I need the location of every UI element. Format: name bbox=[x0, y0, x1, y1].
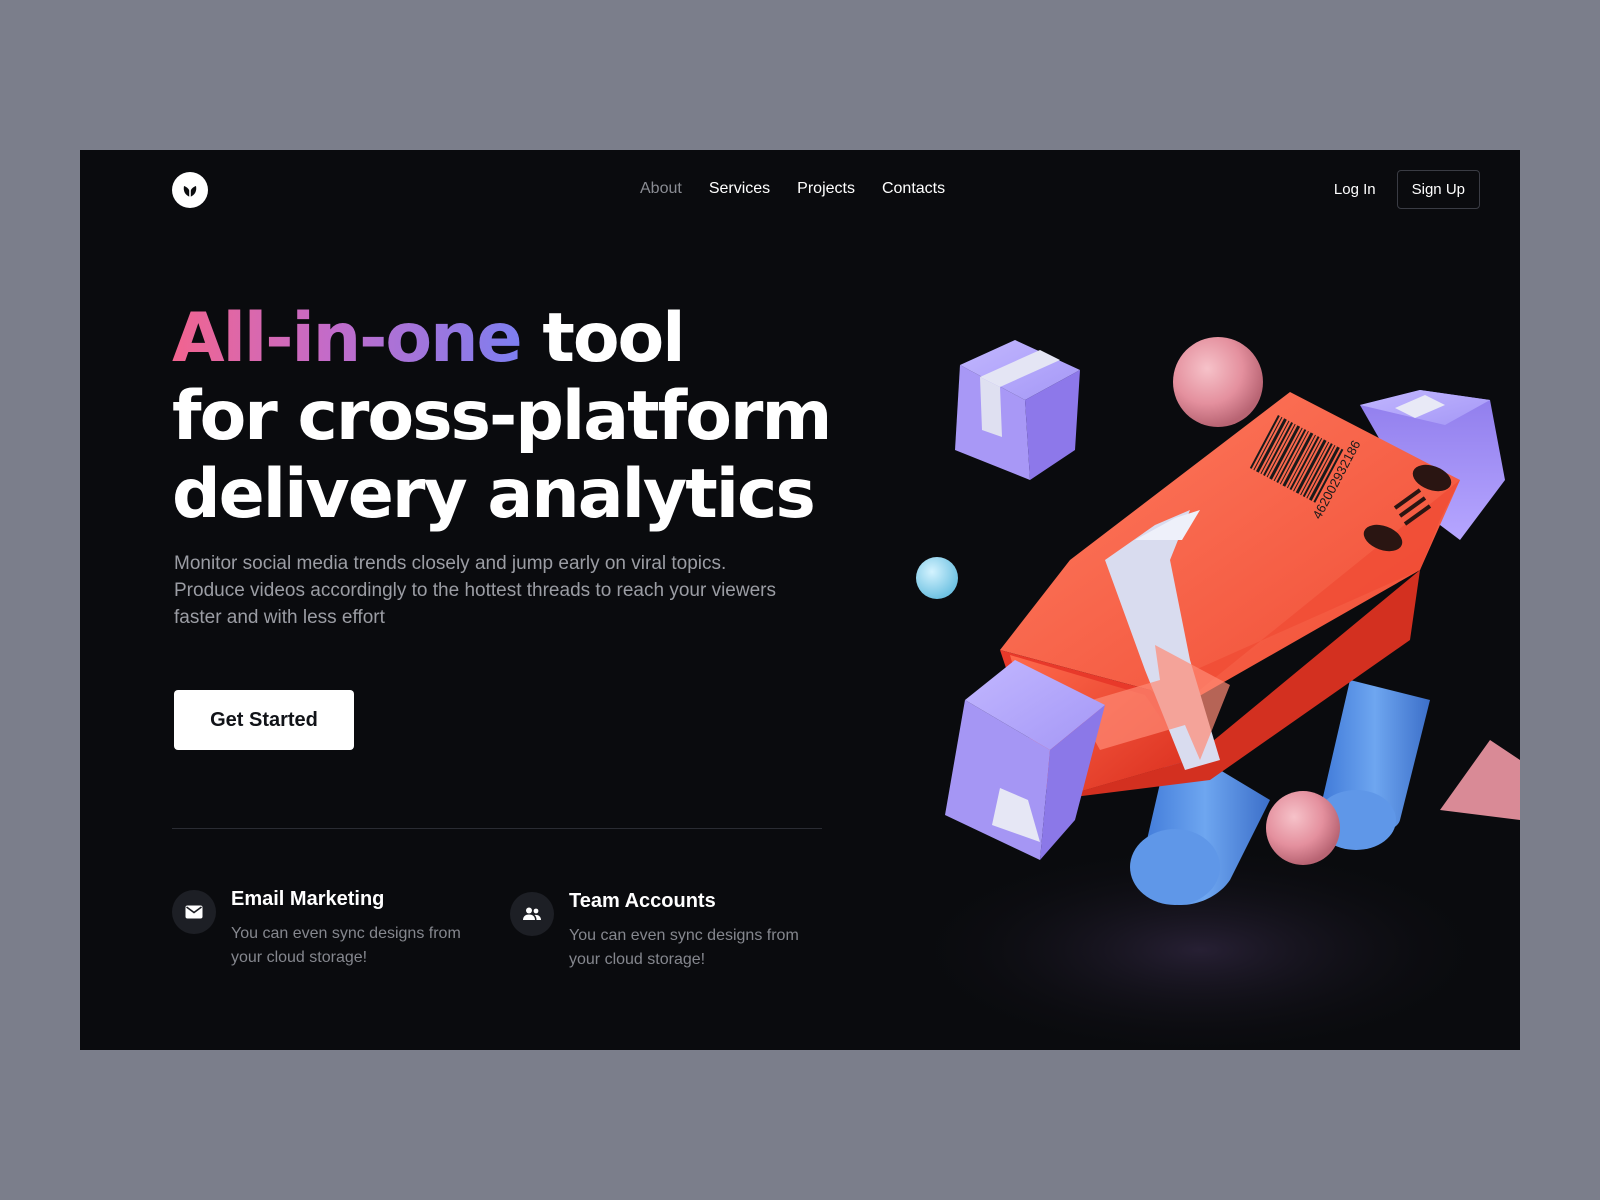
feature-description: You can even sync designs from your clou… bbox=[569, 927, 799, 968]
feature-title: Team Accounts bbox=[569, 890, 716, 912]
headline-line-3: delivery analytics bbox=[172, 455, 816, 534]
headline-line-2: for cross-platform bbox=[172, 377, 832, 456]
nav-item-projects[interactable]: Projects bbox=[797, 180, 855, 198]
purple-box-top bbox=[955, 340, 1080, 480]
feature-description: You can even sync designs from your clou… bbox=[231, 925, 461, 966]
pink-sphere-bottom bbox=[1266, 791, 1340, 865]
hero-subtitle: Monitor social media trends closely and … bbox=[174, 553, 776, 628]
headline-tool-text: tool bbox=[520, 299, 685, 378]
cyan-sphere bbox=[916, 557, 958, 599]
pink-sphere-top bbox=[1173, 337, 1263, 427]
headline-gradient-text: All-in-one bbox=[172, 299, 523, 378]
users-icon bbox=[510, 892, 554, 936]
nav-item-about[interactable]: About bbox=[640, 180, 682, 198]
hero-headline: All-in-one tool for cross-platform deliv… bbox=[172, 299, 832, 534]
feature-title: Email Marketing bbox=[231, 888, 385, 910]
nav-item-contacts[interactable]: Contacts bbox=[882, 180, 945, 198]
get-started-button[interactable]: Get Started bbox=[174, 690, 354, 750]
nav-item-services[interactable]: Services bbox=[709, 180, 770, 198]
delivery-illustration: 462002932186 bbox=[900, 337, 1520, 1050]
main-nav: About Services Projects Contacts bbox=[640, 180, 945, 198]
logo[interactable] bbox=[172, 172, 208, 208]
login-button[interactable]: Log In bbox=[1334, 181, 1376, 198]
divider bbox=[172, 828, 822, 829]
mail-icon bbox=[172, 890, 216, 934]
landing-page: About Services Projects Contacts Log In … bbox=[80, 150, 1520, 1050]
pink-pyramid bbox=[1440, 740, 1520, 820]
signup-button[interactable]: Sign Up bbox=[1396, 170, 1480, 209]
auth-actions: Log In Sign Up bbox=[1334, 170, 1480, 209]
leaf-icon bbox=[183, 185, 197, 197]
